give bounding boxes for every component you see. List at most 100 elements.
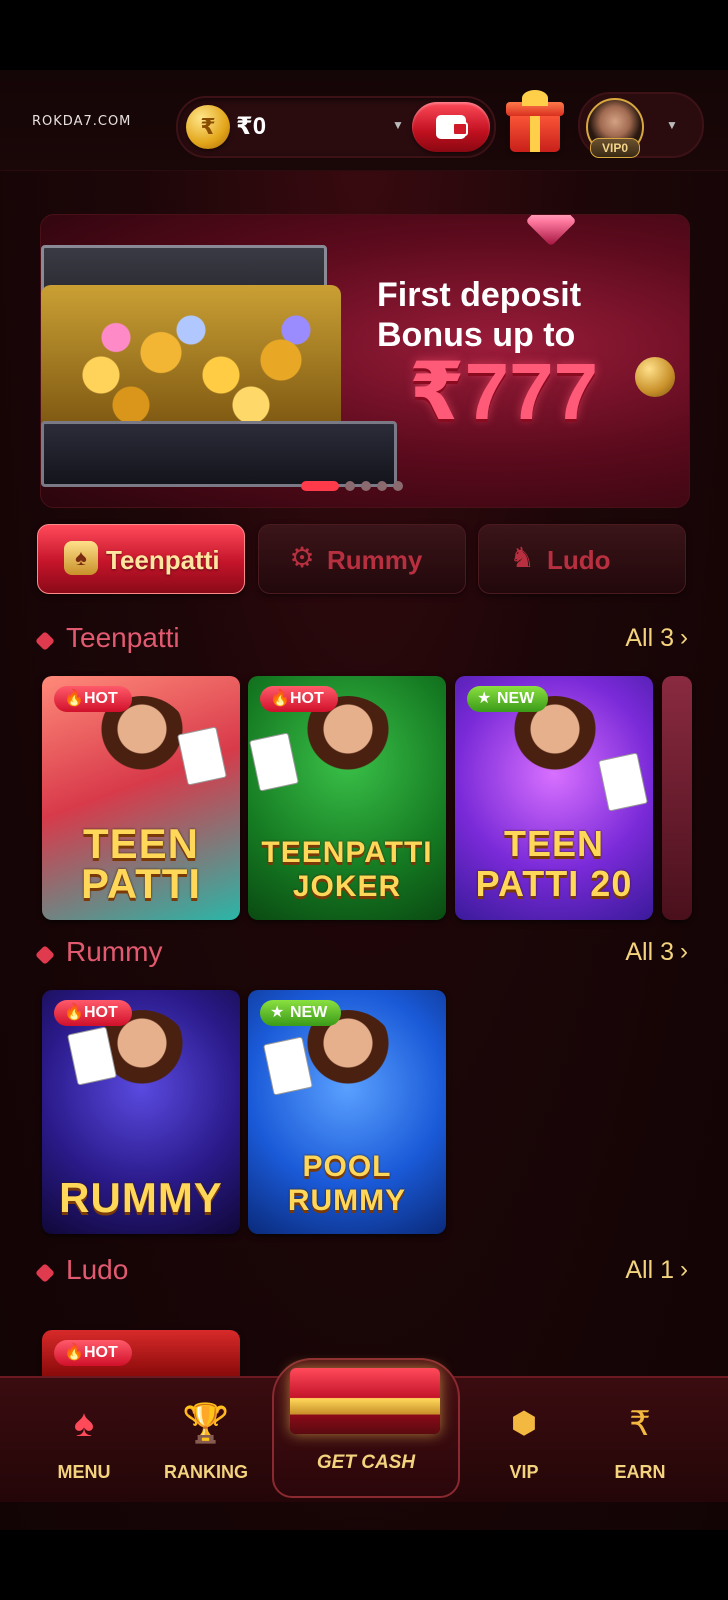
diamond-bullet-icon — [35, 945, 55, 965]
chevron-right-icon[interactable]: › — [680, 938, 688, 966]
system-nav-bar — [0, 1530, 728, 1600]
section-header-teenpatti: Teenpatti All 3 › — [35, 620, 688, 660]
new-badge: ★ NEW — [260, 1000, 342, 1026]
game-character-image — [298, 696, 398, 846]
hot-badge: 🔥 HOT — [54, 1340, 132, 1366]
section-title: Rummy — [66, 936, 163, 967]
view-all-link[interactable]: All 3 — [625, 938, 674, 967]
game-title: TEEN PATTI — [80, 820, 202, 907]
vip-level-badge: VIP0 — [590, 138, 640, 158]
chevron-down-icon[interactable]: ▼ — [392, 118, 404, 132]
carousel-indicator — [301, 481, 409, 491]
tab-ludo[interactable]: ♞ Ludo — [478, 524, 686, 594]
diamond-bullet-icon — [35, 1263, 55, 1283]
star-icon: ★ — [477, 690, 492, 707]
game-card-teen-patti[interactable]: 🔥 HOT TEEN PATTI — [42, 676, 240, 920]
status-bar — [0, 0, 728, 70]
flame-icon: 🔥 — [270, 690, 290, 707]
gift-bow-icon — [522, 90, 548, 106]
balance-amount: ₹0 — [236, 113, 267, 140]
flame-icon: 🔥 — [64, 1344, 84, 1361]
rupee-icon: ₹ — [629, 1405, 651, 1443]
game-card-teenpatti-joker[interactable]: 🔥 HOT TEENPATTI JOKER — [248, 676, 446, 920]
carousel-dot[interactable] — [301, 481, 339, 491]
game-card-pool-rummy[interactable]: ★ NEW POOL RUMMY — [248, 990, 446, 1234]
section-title: Teenpatti — [66, 622, 180, 653]
game-title: TEENPATTI JOKER — [261, 836, 433, 903]
badge-label: HOT — [290, 690, 324, 707]
game-title: TEEN PATTI 20 — [475, 823, 633, 904]
nav-menu[interactable]: ♠ MENU — [34, 1392, 134, 1492]
chest-base — [41, 421, 397, 487]
star-icon: ★ — [270, 1004, 285, 1021]
nav-label: MENU — [57, 1462, 111, 1482]
carousel-dot[interactable] — [377, 481, 387, 491]
diamond-icon — [525, 215, 577, 247]
nav-label: VIP — [509, 1462, 539, 1482]
carousel-dot[interactable] — [361, 481, 371, 491]
nav-label: EARN — [614, 1462, 666, 1482]
game-card-ludo[interactable]: 🔥 HOT — [42, 1330, 240, 1376]
hot-badge: 🔥 HOT — [260, 686, 338, 712]
gear-icon: ⚙ — [289, 542, 315, 573]
nav-earn[interactable]: ₹ EARN — [590, 1392, 690, 1492]
tab-teenpatti[interactable]: ♠ Teenpatti — [37, 524, 245, 594]
carousel-dot[interactable] — [345, 481, 355, 491]
badge-label: NEW — [497, 690, 535, 707]
top-header: ROKDA7.COM ₹ ₹0 ▼ VIP0 ▼ — [0, 70, 728, 171]
promo-banner[interactable]: First deposit Bonus up to ₹777 — [40, 214, 690, 508]
get-cash-label: GET CASH — [316, 1452, 416, 1473]
app-root: ROKDA7.COM ₹ ₹0 ▼ VIP0 ▼ First deposit B… — [0, 70, 728, 1530]
diamond-bullet-icon — [35, 631, 55, 651]
tab-label: Rummy — [327, 545, 423, 575]
game-character-image — [298, 1010, 398, 1160]
hot-badge: 🔥 HOT — [54, 686, 132, 712]
chest-gold — [41, 285, 341, 435]
rupee-coin-icon: ₹ — [186, 105, 230, 149]
playing-cards-icon — [598, 752, 648, 812]
cards-icon: ♠ — [64, 541, 98, 575]
gift-icon — [510, 112, 560, 152]
view-all-link[interactable]: All 1 — [625, 1256, 674, 1285]
chevron-down-icon[interactable]: ▼ — [666, 118, 678, 132]
profile-menu[interactable]: VIP0 ▼ — [578, 92, 704, 158]
badge-label: NEW — [290, 1004, 328, 1021]
badge-label: HOT — [84, 1004, 118, 1021]
game-card-rummy[interactable]: 🔥 HOT RUMMY — [42, 990, 240, 1234]
balance-selector[interactable]: ₹ ₹0 ▼ — [176, 96, 496, 158]
new-badge: ★ NEW — [467, 686, 549, 712]
nav-vip[interactable]: ⬢ VIP — [474, 1392, 574, 1492]
flame-icon: 🔥 — [64, 690, 84, 707]
treasure-chest-icon — [290, 1368, 440, 1434]
nav-ranking[interactable]: 🏆 RANKING — [156, 1392, 256, 1492]
playing-cards-icon — [249, 732, 299, 792]
banner-bonus-amount: ₹777 — [409, 347, 599, 436]
get-cash-button[interactable]: GET CASH — [272, 1358, 460, 1498]
treasure-chest-image — [41, 245, 401, 495]
coin-icon — [635, 357, 675, 397]
spade-icon: ♠ — [73, 1403, 95, 1445]
vip-shield-icon: ⬢ — [510, 1407, 538, 1440]
game-title: POOL RUMMY — [287, 1150, 407, 1217]
nav-label: RANKING — [164, 1462, 248, 1482]
game-card-peek[interactable] — [662, 676, 692, 920]
tab-rummy[interactable]: ⚙ Rummy — [258, 524, 466, 594]
view-all-link[interactable]: All 3 — [625, 624, 674, 653]
tab-label: Ludo — [547, 545, 611, 575]
chevron-right-icon[interactable]: › — [680, 1256, 688, 1284]
wallet-button[interactable] — [412, 102, 490, 152]
banner-headline-line1: First deposit — [377, 276, 582, 314]
horn-icon: ♞ — [509, 542, 535, 573]
carousel-dot[interactable] — [393, 481, 403, 491]
tab-label: Teenpatti — [106, 545, 220, 575]
chevron-right-icon[interactable]: › — [680, 624, 688, 652]
game-card-teen-patti-20[interactable]: ★ NEW TEEN PATTI 20 — [455, 676, 653, 920]
badge-label: HOT — [84, 690, 118, 707]
wallet-icon — [436, 115, 468, 139]
gift-button[interactable] — [506, 90, 564, 154]
hot-badge: 🔥 HOT — [54, 1000, 132, 1026]
badge-label: HOT — [84, 1344, 118, 1361]
game-title: RUMMY — [59, 1174, 223, 1221]
bottom-navigation: ♠ MENU 🏆 RANKING GET CASH ⬢ VIP ₹ EARN — [0, 1358, 728, 1502]
trophy-icon: 🏆 — [182, 1403, 230, 1445]
